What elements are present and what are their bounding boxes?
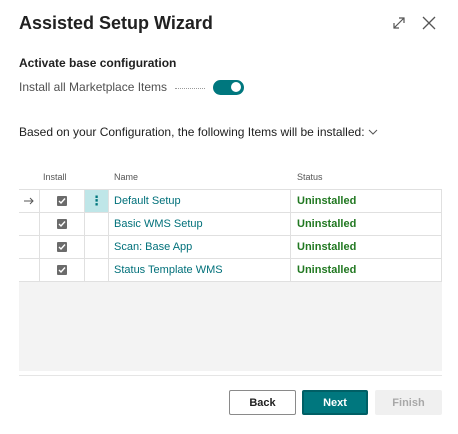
install-all-row: Install all Marketplace Items: [19, 79, 245, 95]
section-title: Activate base configuration: [19, 56, 177, 70]
row-selector[interactable]: [19, 190, 40, 212]
item-status: Uninstalled: [292, 190, 442, 212]
expand-icon[interactable]: [390, 14, 408, 32]
footer-divider: [19, 375, 442, 376]
install-cell: [40, 190, 85, 212]
item-name[interactable]: Scan: Base App: [109, 236, 291, 258]
next-button[interactable]: Next: [302, 390, 368, 415]
item-name[interactable]: Status Template WMS: [109, 259, 291, 281]
install-all-toggle[interactable]: [213, 79, 245, 95]
row-menu-cell: [85, 213, 109, 235]
table-row[interactable]: Scan: Base App Uninstalled: [19, 235, 442, 258]
checkmark-icon: [58, 244, 66, 251]
item-status: Uninstalled: [292, 213, 442, 235]
install-checkbox[interactable]: [57, 196, 67, 206]
checkmark-icon: [58, 198, 66, 205]
install-checkbox[interactable]: [57, 242, 67, 252]
row-selector[interactable]: [19, 259, 40, 281]
chevron-down-icon[interactable]: [368, 127, 378, 137]
column-header-status[interactable]: Status: [297, 172, 323, 182]
column-header-install[interactable]: Install: [43, 172, 67, 182]
install-cell: [40, 259, 85, 281]
arrow-right-icon: [24, 197, 34, 205]
grid-header: Install Name Status: [19, 166, 442, 189]
assisted-setup-dialog: Assisted Setup Wizard Activate base conf…: [0, 0, 458, 434]
items-grid: Install Name Status ⋮ Default Setup Unin…: [19, 166, 442, 371]
configuration-text: Based on your Configuration, the followi…: [19, 125, 365, 139]
install-cell: [40, 213, 85, 235]
install-cell: [40, 236, 85, 258]
more-vertical-icon[interactable]: ⋮: [85, 190, 108, 212]
install-checkbox[interactable]: [57, 219, 67, 229]
checkmark-icon: [58, 221, 66, 228]
close-icon[interactable]: [420, 14, 438, 32]
item-name[interactable]: Basic WMS Setup: [109, 213, 291, 235]
back-button[interactable]: Back: [229, 390, 296, 415]
grid-rows: ⋮ Default Setup Uninstalled Basic WMS Se…: [19, 189, 442, 282]
leader-dots: [175, 87, 206, 89]
header-actions: [390, 14, 438, 32]
checkmark-icon: [58, 267, 66, 274]
row-menu-cell: [85, 236, 109, 258]
table-row[interactable]: Status Template WMS Uninstalled: [19, 258, 442, 282]
row-menu-cell: [85, 259, 109, 281]
toggle-knob: [231, 82, 242, 92]
row-selector[interactable]: [19, 236, 40, 258]
finish-button[interactable]: Finish: [375, 390, 442, 415]
item-name[interactable]: Default Setup: [109, 190, 291, 212]
item-status: Uninstalled: [292, 259, 442, 281]
install-all-label: Install all Marketplace Items: [19, 80, 168, 94]
table-row[interactable]: ⋮ Default Setup Uninstalled: [19, 189, 442, 212]
dialog-title: Assisted Setup Wizard: [19, 13, 213, 33]
item-status: Uninstalled: [292, 236, 442, 258]
row-selector[interactable]: [19, 213, 40, 235]
table-row[interactable]: Basic WMS Setup Uninstalled: [19, 212, 442, 235]
configuration-caption: Based on your Configuration, the followi…: [19, 125, 378, 139]
column-header-name[interactable]: Name: [114, 172, 138, 182]
row-menu-cell: ⋮: [85, 190, 109, 212]
install-checkbox[interactable]: [57, 265, 67, 275]
